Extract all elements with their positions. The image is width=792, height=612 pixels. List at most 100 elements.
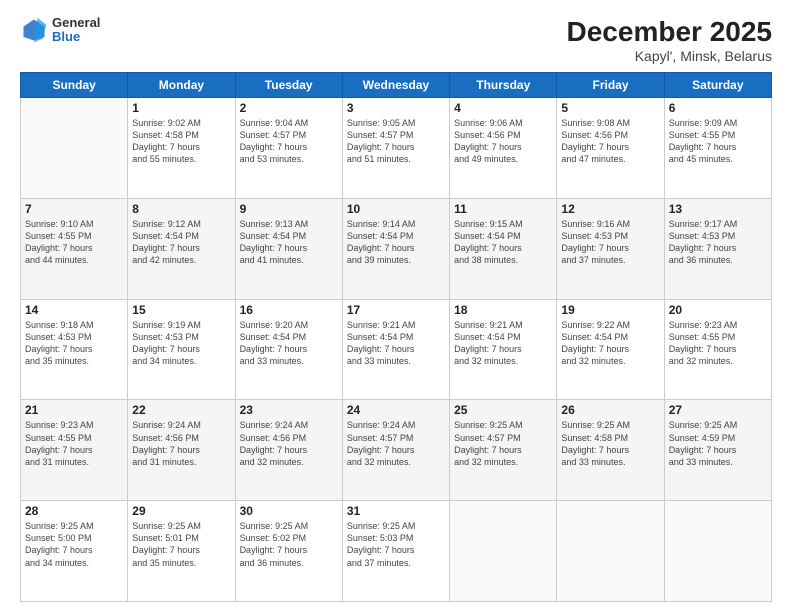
day-number: 24 [347, 403, 445, 417]
day-info: Sunrise: 9:10 AM Sunset: 4:55 PM Dayligh… [25, 218, 123, 267]
day-info: Sunrise: 9:19 AM Sunset: 4:53 PM Dayligh… [132, 319, 230, 368]
days-header-row: SundayMondayTuesdayWednesdayThursdayFrid… [21, 73, 772, 98]
title-block: December 2025 Kapyl', Minsk, Belarus [567, 16, 772, 64]
day-info: Sunrise: 9:16 AM Sunset: 4:53 PM Dayligh… [561, 218, 659, 267]
day-header-monday: Monday [128, 73, 235, 98]
week-row-1: 1Sunrise: 9:02 AM Sunset: 4:58 PM Daylig… [21, 98, 772, 199]
day-info: Sunrise: 9:23 AM Sunset: 4:55 PM Dayligh… [669, 319, 767, 368]
day-info: Sunrise: 9:25 AM Sunset: 5:02 PM Dayligh… [240, 520, 338, 569]
calendar-cell: 30 Sunrise: 9:25 AM Sunset: 5:02 PM Dayli… [235, 501, 342, 602]
calendar-cell [450, 501, 557, 602]
calendar-subtitle: Kapyl', Minsk, Belarus [567, 48, 772, 64]
day-info: Sunrise: 9:24 AM Sunset: 4:56 PM Dayligh… [132, 419, 230, 468]
calendar-cell: 27 Sunrise: 9:25 AM Sunset: 4:59 PM Dayli… [664, 400, 771, 501]
day-info: Sunrise: 9:15 AM Sunset: 4:54 PM Dayligh… [454, 218, 552, 267]
day-info: Sunrise: 9:06 AM Sunset: 4:56 PM Dayligh… [454, 117, 552, 166]
day-info: Sunrise: 9:21 AM Sunset: 4:54 PM Dayligh… [454, 319, 552, 368]
day-number: 2 [240, 101, 338, 115]
day-number: 29 [132, 504, 230, 518]
day-number: 12 [561, 202, 659, 216]
day-info: Sunrise: 9:14 AM Sunset: 4:54 PM Dayligh… [347, 218, 445, 267]
calendar-cell [557, 501, 664, 602]
calendar-cell: 5 Sunrise: 9:08 AM Sunset: 4:56 PM Daylig… [557, 98, 664, 199]
day-info: Sunrise: 9:18 AM Sunset: 4:53 PM Dayligh… [25, 319, 123, 368]
day-number: 15 [132, 303, 230, 317]
calendar-cell: 31Sunrise: 9:25 AM Sunset: 5:03 PM Dayli… [342, 501, 449, 602]
calendar-cell: 20Sunrise: 9:23 AM Sunset: 4:55 PM Dayli… [664, 299, 771, 400]
day-info: Sunrise: 9:05 AM Sunset: 4:57 PM Dayligh… [347, 117, 445, 166]
day-number: 16 [240, 303, 338, 317]
day-number: 14 [25, 303, 123, 317]
header: General Blue December 2025 Kapyl', Minsk… [20, 16, 772, 64]
calendar-cell: 29 Sunrise: 9:25 AM Sunset: 5:01 PM Dayli… [128, 501, 235, 602]
day-info: Sunrise: 9:24 AM Sunset: 4:56 PM Dayligh… [240, 419, 338, 468]
day-number: 19 [561, 303, 659, 317]
calendar-cell: 1Sunrise: 9:02 AM Sunset: 4:58 PM Daylig… [128, 98, 235, 199]
calendar-cell: 23 Sunrise: 9:24 AM Sunset: 4:56 PM Dayli… [235, 400, 342, 501]
day-number: 26 [561, 403, 659, 417]
day-number: 9 [240, 202, 338, 216]
logo-line1: General [52, 16, 100, 30]
day-header-tuesday: Tuesday [235, 73, 342, 98]
day-info: Sunrise: 9:25 AM Sunset: 4:59 PM Dayligh… [669, 419, 767, 468]
logo-text: General Blue [52, 16, 100, 45]
calendar-cell: 7 Sunrise: 9:10 AM Sunset: 4:55 PM Daylig… [21, 198, 128, 299]
calendar-cell: 22Sunrise: 9:24 AM Sunset: 4:56 PM Dayli… [128, 400, 235, 501]
day-number: 7 [25, 202, 123, 216]
day-number: 8 [132, 202, 230, 216]
day-header-wednesday: Wednesday [342, 73, 449, 98]
day-header-friday: Friday [557, 73, 664, 98]
calendar-cell [21, 98, 128, 199]
day-info: Sunrise: 9:25 AM Sunset: 4:57 PM Dayligh… [454, 419, 552, 468]
day-number: 11 [454, 202, 552, 216]
calendar-cell: 3Sunrise: 9:05 AM Sunset: 4:57 PM Daylig… [342, 98, 449, 199]
calendar-cell: 24Sunrise: 9:24 AM Sunset: 4:57 PM Dayli… [342, 400, 449, 501]
day-info: Sunrise: 9:25 AM Sunset: 5:03 PM Dayligh… [347, 520, 445, 569]
day-info: Sunrise: 9:20 AM Sunset: 4:54 PM Dayligh… [240, 319, 338, 368]
calendar-cell: 21 Sunrise: 9:23 AM Sunset: 4:55 PM Dayli… [21, 400, 128, 501]
calendar-cell: 11 Sunrise: 9:15 AM Sunset: 4:54 PM Dayli… [450, 198, 557, 299]
day-info: Sunrise: 9:23 AM Sunset: 4:55 PM Dayligh… [25, 419, 123, 468]
day-number: 23 [240, 403, 338, 417]
page: General Blue December 2025 Kapyl', Minsk… [0, 0, 792, 612]
calendar-cell: 4 Sunrise: 9:06 AM Sunset: 4:56 PM Daylig… [450, 98, 557, 199]
day-number: 27 [669, 403, 767, 417]
calendar-cell: 19 Sunrise: 9:22 AM Sunset: 4:54 PM Dayli… [557, 299, 664, 400]
day-number: 21 [25, 403, 123, 417]
day-number: 18 [454, 303, 552, 317]
day-info: Sunrise: 9:25 AM Sunset: 5:01 PM Dayligh… [132, 520, 230, 569]
day-info: Sunrise: 9:08 AM Sunset: 4:56 PM Dayligh… [561, 117, 659, 166]
logo-icon [20, 16, 48, 44]
calendar-table: SundayMondayTuesdayWednesdayThursdayFrid… [20, 72, 772, 602]
calendar-cell: 16 Sunrise: 9:20 AM Sunset: 4:54 PM Dayli… [235, 299, 342, 400]
day-info: Sunrise: 9:22 AM Sunset: 4:54 PM Dayligh… [561, 319, 659, 368]
week-row-3: 14 Sunrise: 9:18 AM Sunset: 4:53 PM Dayli… [21, 299, 772, 400]
day-number: 28 [25, 504, 123, 518]
day-info: Sunrise: 9:21 AM Sunset: 4:54 PM Dayligh… [347, 319, 445, 368]
calendar-cell: 2Sunrise: 9:04 AM Sunset: 4:57 PM Daylig… [235, 98, 342, 199]
day-header-saturday: Saturday [664, 73, 771, 98]
calendar-cell: 25 Sunrise: 9:25 AM Sunset: 4:57 PM Dayli… [450, 400, 557, 501]
day-number: 1 [132, 101, 230, 115]
calendar-cell: 26Sunrise: 9:25 AM Sunset: 4:58 PM Dayli… [557, 400, 664, 501]
day-number: 25 [454, 403, 552, 417]
calendar-cell: 28Sunrise: 9:25 AM Sunset: 5:00 PM Dayli… [21, 501, 128, 602]
calendar-cell: 15 Sunrise: 9:19 AM Sunset: 4:53 PM Dayli… [128, 299, 235, 400]
day-number: 30 [240, 504, 338, 518]
day-number: 13 [669, 202, 767, 216]
calendar-cell: 9 Sunrise: 9:13 AM Sunset: 4:54 PM Daylig… [235, 198, 342, 299]
calendar-cell: 12 Sunrise: 9:16 AM Sunset: 4:53 PM Dayli… [557, 198, 664, 299]
week-row-5: 28Sunrise: 9:25 AM Sunset: 5:00 PM Dayli… [21, 501, 772, 602]
day-info: Sunrise: 9:12 AM Sunset: 4:54 PM Dayligh… [132, 218, 230, 267]
calendar-cell: 6Sunrise: 9:09 AM Sunset: 4:55 PM Daylig… [664, 98, 771, 199]
day-number: 4 [454, 101, 552, 115]
day-info: Sunrise: 9:13 AM Sunset: 4:54 PM Dayligh… [240, 218, 338, 267]
day-number: 6 [669, 101, 767, 115]
logo: General Blue [20, 16, 100, 45]
day-number: 10 [347, 202, 445, 216]
day-header-sunday: Sunday [21, 73, 128, 98]
day-info: Sunrise: 9:17 AM Sunset: 4:53 PM Dayligh… [669, 218, 767, 267]
calendar-cell [664, 501, 771, 602]
week-row-2: 7 Sunrise: 9:10 AM Sunset: 4:55 PM Daylig… [21, 198, 772, 299]
day-number: 5 [561, 101, 659, 115]
